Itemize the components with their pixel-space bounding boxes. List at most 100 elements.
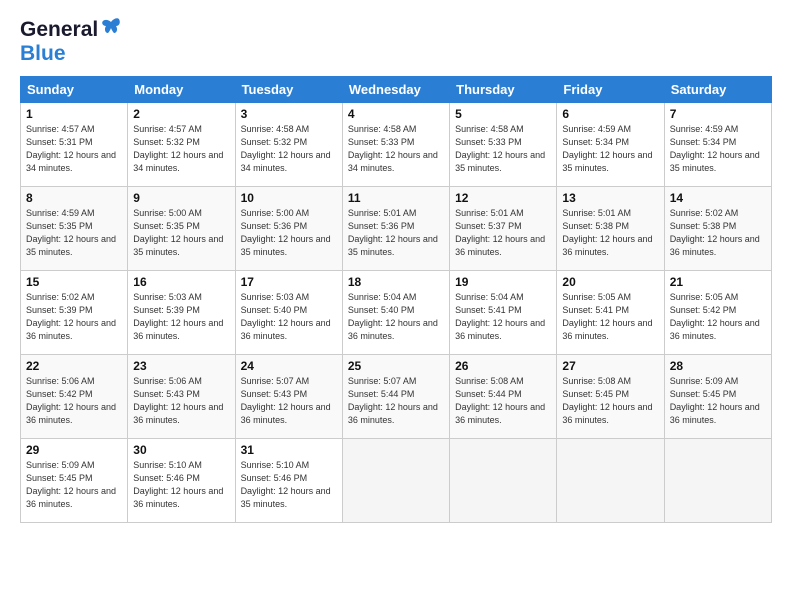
day-info: Sunrise: 4:58 AMSunset: 5:33 PMDaylight:… — [348, 123, 444, 175]
logo-first-line: General — [20, 18, 121, 42]
calendar-cell — [450, 439, 557, 523]
day-number: 30 — [133, 443, 229, 457]
calendar-cell: 5Sunrise: 4:58 AMSunset: 5:33 PMDaylight… — [450, 103, 557, 187]
logo-bird-icon — [101, 17, 121, 35]
day-info: Sunrise: 4:57 AMSunset: 5:32 PMDaylight:… — [133, 123, 229, 175]
calendar-cell: 30 Sunrise: 5:10 AMSunset: 5:46 PMDayligh… — [128, 439, 235, 523]
calendar-cell: 23 Sunrise: 5:06 AMSunset: 5:43 PMDayligh… — [128, 355, 235, 439]
day-number: 11 — [348, 191, 444, 205]
calendar-row-1: 1 Sunrise: 4:57 AMSunset: 5:31 PMDaylight… — [21, 103, 772, 187]
calendar-cell: 11 Sunrise: 5:01 AMSunset: 5:36 PMDayligh… — [342, 187, 449, 271]
calendar-cell: 18 Sunrise: 5:04 AMSunset: 5:40 PMDayligh… — [342, 271, 449, 355]
calendar-header-row: SundayMondayTuesdayWednesdayThursdayFrid… — [21, 77, 772, 103]
calendar-cell: 25 Sunrise: 5:07 AMSunset: 5:44 PMDayligh… — [342, 355, 449, 439]
day-number: 2 — [133, 107, 229, 121]
day-number: 27 — [562, 359, 658, 373]
day-info: Sunrise: 5:08 AMSunset: 5:44 PMDaylight:… — [455, 375, 551, 427]
day-info: Sunrise: 5:10 AMSunset: 5:46 PMDaylight:… — [133, 459, 229, 511]
day-number: 16 — [133, 275, 229, 289]
logo: General Blue — [20, 18, 121, 66]
day-info: Sunrise: 5:02 AMSunset: 5:39 PMDaylight:… — [26, 291, 122, 343]
day-number: 21 — [670, 275, 766, 289]
calendar-cell: 9 Sunrise: 5:00 AMSunset: 5:35 PMDaylight… — [128, 187, 235, 271]
day-info: Sunrise: 5:04 AMSunset: 5:40 PMDaylight:… — [348, 291, 444, 343]
col-header-wednesday: Wednesday — [342, 77, 449, 103]
logo-second-line: Blue — [20, 42, 121, 66]
logo-blue: Blue — [20, 42, 66, 65]
day-info: Sunrise: 5:07 AMSunset: 5:43 PMDaylight:… — [241, 375, 337, 427]
day-info: Sunrise: 5:06 AMSunset: 5:43 PMDaylight:… — [133, 375, 229, 427]
header: General Blue — [20, 18, 772, 66]
day-info: Sunrise: 5:09 AMSunset: 5:45 PMDaylight:… — [26, 459, 122, 511]
calendar-cell: 15 Sunrise: 5:02 AMSunset: 5:39 PMDayligh… — [21, 271, 128, 355]
calendar-cell: 16 Sunrise: 5:03 AMSunset: 5:39 PMDayligh… — [128, 271, 235, 355]
calendar-cell: 1 Sunrise: 4:57 AMSunset: 5:31 PMDaylight… — [21, 103, 128, 187]
day-number: 22 — [26, 359, 122, 373]
calendar-cell: 4 Sunrise: 4:58 AMSunset: 5:33 PMDaylight… — [342, 103, 449, 187]
calendar-row-2: 8Sunrise: 4:59 AMSunset: 5:35 PMDaylight… — [21, 187, 772, 271]
day-number: 7 — [670, 107, 766, 121]
col-header-thursday: Thursday — [450, 77, 557, 103]
day-info: Sunrise: 4:58 AMSunset: 5:32 PMDaylight:… — [241, 123, 337, 175]
page: General Blue SundayMondayTuesdayWednesda… — [0, 0, 792, 612]
day-info: Sunrise: 5:00 AMSunset: 5:36 PMDaylight:… — [241, 207, 337, 259]
calendar-cell: 10Sunrise: 5:00 AMSunset: 5:36 PMDayligh… — [235, 187, 342, 271]
day-info: Sunrise: 5:06 AMSunset: 5:42 PMDaylight:… — [26, 375, 122, 427]
day-number: 23 — [133, 359, 229, 373]
day-info: Sunrise: 5:03 AMSunset: 5:40 PMDaylight:… — [241, 291, 337, 343]
col-header-tuesday: Tuesday — [235, 77, 342, 103]
day-info: Sunrise: 5:00 AMSunset: 5:35 PMDaylight:… — [133, 207, 229, 259]
day-number: 12 — [455, 191, 551, 205]
calendar-cell: 3 Sunrise: 4:58 AMSunset: 5:32 PMDaylight… — [235, 103, 342, 187]
calendar-cell: 29 Sunrise: 5:09 AMSunset: 5:45 PMDayligh… — [21, 439, 128, 523]
day-number: 20 — [562, 275, 658, 289]
day-number: 9 — [133, 191, 229, 205]
calendar-cell: 8Sunrise: 4:59 AMSunset: 5:35 PMDaylight… — [21, 187, 128, 271]
calendar-row-5: 29 Sunrise: 5:09 AMSunset: 5:45 PMDayligh… — [21, 439, 772, 523]
day-info: Sunrise: 5:05 AMSunset: 5:41 PMDaylight:… — [562, 291, 658, 343]
day-number: 1 — [26, 107, 122, 121]
calendar-cell: 20 Sunrise: 5:05 AMSunset: 5:41 PMDayligh… — [557, 271, 664, 355]
day-number: 25 — [348, 359, 444, 373]
day-info: Sunrise: 4:59 AMSunset: 5:35 PMDaylight:… — [26, 207, 122, 259]
day-number: 18 — [348, 275, 444, 289]
day-info: Sunrise: 5:01 AMSunset: 5:38 PMDaylight:… — [562, 207, 658, 259]
calendar-cell: 22 Sunrise: 5:06 AMSunset: 5:42 PMDayligh… — [21, 355, 128, 439]
calendar-cell: 21 Sunrise: 5:05 AMSunset: 5:42 PMDayligh… — [664, 271, 771, 355]
calendar-cell: 2 Sunrise: 4:57 AMSunset: 5:32 PMDaylight… — [128, 103, 235, 187]
calendar-cell: 28Sunrise: 5:09 AMSunset: 5:45 PMDayligh… — [664, 355, 771, 439]
calendar-row-3: 15 Sunrise: 5:02 AMSunset: 5:39 PMDayligh… — [21, 271, 772, 355]
col-header-saturday: Saturday — [664, 77, 771, 103]
day-info: Sunrise: 5:10 AMSunset: 5:46 PMDaylight:… — [241, 459, 337, 511]
day-info: Sunrise: 5:01 AMSunset: 5:36 PMDaylight:… — [348, 207, 444, 259]
calendar-cell: 26 Sunrise: 5:08 AMSunset: 5:44 PMDayligh… — [450, 355, 557, 439]
day-number: 4 — [348, 107, 444, 121]
day-info: Sunrise: 5:04 AMSunset: 5:41 PMDaylight:… — [455, 291, 551, 343]
day-info: Sunrise: 5:07 AMSunset: 5:44 PMDaylight:… — [348, 375, 444, 427]
day-number: 31 — [241, 443, 337, 457]
day-info: Sunrise: 5:03 AMSunset: 5:39 PMDaylight:… — [133, 291, 229, 343]
day-number: 26 — [455, 359, 551, 373]
day-info: Sunrise: 4:59 AMSunset: 5:34 PMDaylight:… — [670, 123, 766, 175]
col-header-monday: Monday — [128, 77, 235, 103]
calendar-cell: 17Sunrise: 5:03 AMSunset: 5:40 PMDayligh… — [235, 271, 342, 355]
day-info: Sunrise: 5:02 AMSunset: 5:38 PMDaylight:… — [670, 207, 766, 259]
day-number: 24 — [241, 359, 337, 373]
calendar-cell: 19Sunrise: 5:04 AMSunset: 5:41 PMDayligh… — [450, 271, 557, 355]
calendar-row-4: 22 Sunrise: 5:06 AMSunset: 5:42 PMDayligh… — [21, 355, 772, 439]
day-info: Sunrise: 5:05 AMSunset: 5:42 PMDaylight:… — [670, 291, 766, 343]
day-info: Sunrise: 5:08 AMSunset: 5:45 PMDaylight:… — [562, 375, 658, 427]
calendar-cell: 6Sunrise: 4:59 AMSunset: 5:34 PMDaylight… — [557, 103, 664, 187]
day-number: 15 — [26, 275, 122, 289]
calendar-table: SundayMondayTuesdayWednesdayThursdayFrid… — [20, 76, 772, 523]
day-info: Sunrise: 4:57 AMSunset: 5:31 PMDaylight:… — [26, 123, 122, 175]
day-number: 29 — [26, 443, 122, 457]
calendar-cell: 31 Sunrise: 5:10 AMSunset: 5:46 PMDayligh… — [235, 439, 342, 523]
calendar-cell — [664, 439, 771, 523]
day-number: 3 — [241, 107, 337, 121]
logo-container: General Blue — [20, 18, 121, 66]
day-number: 14 — [670, 191, 766, 205]
logo-general: General — [20, 18, 98, 42]
calendar-cell: 24 Sunrise: 5:07 AMSunset: 5:43 PMDayligh… — [235, 355, 342, 439]
calendar-cell: 27 Sunrise: 5:08 AMSunset: 5:45 PMDayligh… — [557, 355, 664, 439]
